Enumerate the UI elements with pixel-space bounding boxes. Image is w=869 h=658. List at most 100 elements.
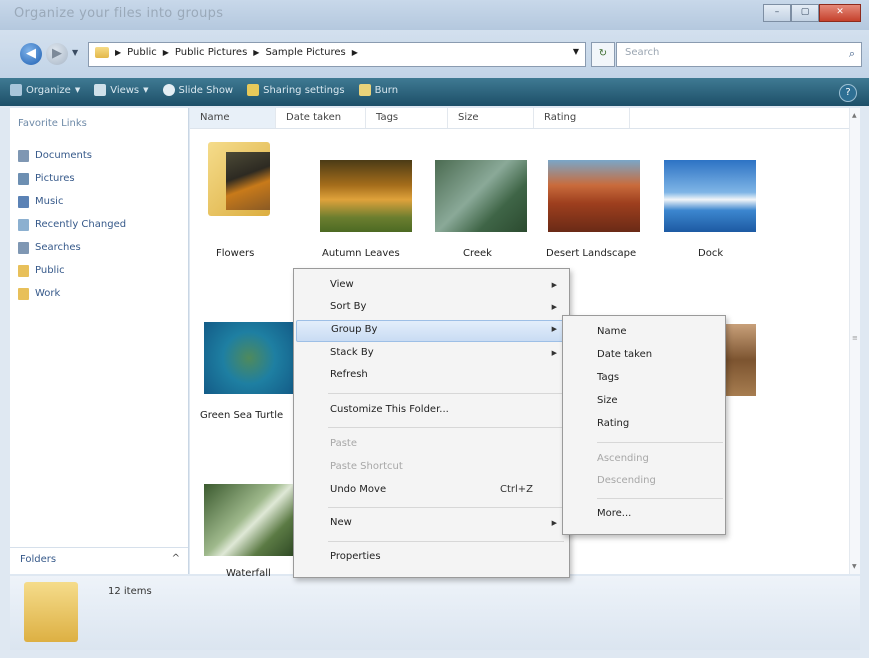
- sharing-settings-button[interactable]: Sharing settings: [247, 84, 345, 96]
- breadcrumb-separator[interactable]: ▶: [253, 48, 259, 57]
- menu-item-paste[interactable]: Paste: [330, 438, 357, 449]
- sidebar-item-music[interactable]: Music: [18, 190, 126, 213]
- explorer-window: Organize your files into groups – ▢ ✕ ◀ …: [0, 0, 869, 658]
- search-input[interactable]: Search ⌕: [616, 42, 862, 67]
- menu-item-group-by[interactable]: Group By: [296, 320, 566, 342]
- details-pane: 12 items: [10, 576, 860, 650]
- menu-item-paste-shortcut[interactable]: Paste Shortcut: [330, 461, 403, 472]
- submenu-item-more[interactable]: More...: [597, 508, 631, 519]
- address-bar[interactable]: ▶ Public ▶ Public Pictures ▶ Sample Pict…: [88, 42, 586, 67]
- image-thumbnail: [320, 160, 412, 232]
- submenu-item-rating[interactable]: Rating: [597, 418, 629, 429]
- slide-show-icon: [162, 84, 175, 96]
- folders-label: Folders: [20, 554, 57, 565]
- sidebar-item-searches[interactable]: Searches: [18, 236, 126, 259]
- file-name: Creek: [463, 248, 492, 259]
- scroll-up-icon[interactable]: ▲: [852, 112, 857, 119]
- organize-button[interactable]: Organize ▼: [10, 84, 80, 96]
- breadcrumb-item[interactable]: Sample Pictures: [265, 47, 345, 58]
- chevron-down-icon: ▼: [74, 86, 81, 94]
- scroll-down-icon[interactable]: ▼: [852, 563, 857, 570]
- burn-button[interactable]: Burn: [358, 84, 398, 96]
- breadcrumb-separator[interactable]: ▶: [163, 48, 169, 57]
- sidebar-item-recently-changed[interactable]: Recently Changed: [18, 213, 126, 236]
- folder-icon: [18, 264, 29, 277]
- slide-show-button[interactable]: Slide Show: [162, 84, 233, 96]
- maximize-button[interactable]: ▢: [791, 4, 819, 22]
- submenu-item-tags[interactable]: Tags: [597, 372, 619, 383]
- menu-item-refresh[interactable]: Refresh: [330, 369, 368, 380]
- sidebar-item-label: Music: [35, 196, 64, 207]
- breadcrumb-item[interactable]: Public Pictures: [175, 47, 247, 58]
- menu-item-stack-by[interactable]: Stack By: [330, 347, 374, 358]
- menu-item-undo-move[interactable]: Undo Move: [330, 484, 386, 495]
- column-header-name[interactable]: Name: [190, 108, 276, 128]
- menu-item-label: Undo Move: [330, 484, 387, 495]
- menu-item-properties[interactable]: Properties: [330, 551, 381, 562]
- sidebar-item-pictures[interactable]: Pictures: [18, 167, 126, 190]
- image-thumbnail[interactable]: [726, 324, 756, 396]
- address-row: ◀ ▶ ▼ ▶ Public ▶ Public Pictures ▶ Sampl…: [0, 30, 869, 78]
- address-dropdown-icon[interactable]: ▼: [573, 47, 579, 56]
- submenu-arrow-icon: ▶: [551, 281, 557, 289]
- forward-button[interactable]: ▶: [46, 43, 68, 65]
- sidebar-item-work[interactable]: Work: [18, 282, 126, 305]
- menu-separator: [597, 498, 723, 499]
- menu-separator: [328, 393, 564, 394]
- sidebar-item-documents[interactable]: Documents: [18, 144, 126, 167]
- menu-item-label: Properties: [330, 551, 381, 562]
- sharing-settings-label: Sharing settings: [263, 84, 345, 96]
- menu-item-customize-folder[interactable]: Customize This Folder...: [330, 404, 449, 415]
- submenu-item-date-taken[interactable]: Date taken: [597, 349, 652, 360]
- menu-separator: [328, 427, 564, 428]
- menu-item-label: Customize This Folder...: [330, 404, 449, 415]
- folders-toggle[interactable]: Folders ^: [10, 547, 188, 574]
- searches-icon: [18, 241, 29, 254]
- menu-item-new[interactable]: New: [330, 517, 352, 528]
- submenu-item-ascending[interactable]: Ascending: [597, 453, 649, 464]
- refresh-button[interactable]: ↻: [591, 42, 615, 67]
- sidebar-item-public[interactable]: Public: [18, 259, 126, 282]
- close-button[interactable]: ✕: [819, 4, 861, 22]
- breadcrumb-item[interactable]: Public: [127, 47, 157, 58]
- menu-separator: [328, 507, 564, 508]
- undo-shortcut: Ctrl+Z: [500, 484, 534, 495]
- views-button[interactable]: Views ▼: [94, 84, 149, 96]
- back-button[interactable]: ◀: [20, 43, 42, 65]
- menu-item-view[interactable]: View: [330, 279, 354, 290]
- organize-label: Organize: [26, 84, 71, 96]
- submenu-arrow-icon: ▶: [551, 303, 557, 311]
- recent-pages-dropdown[interactable]: ▼: [72, 48, 78, 57]
- submenu-item-name[interactable]: Name: [597, 326, 627, 337]
- scroll-thumb-grip-icon[interactable]: ≡: [852, 334, 858, 342]
- menu-item-label: Paste Shortcut: [330, 461, 403, 472]
- menu-separator: [597, 442, 723, 443]
- search-icon[interactable]: ⌕: [849, 47, 855, 61]
- breadcrumb-separator[interactable]: ▶: [115, 48, 121, 57]
- column-header-rating[interactable]: Rating: [534, 108, 630, 128]
- help-icon[interactable]: ?: [839, 84, 857, 102]
- menu-separator: [328, 541, 564, 542]
- column-header-date-taken[interactable]: Date taken: [276, 108, 366, 128]
- favorite-links-list: Documents Pictures Music Recently Change…: [18, 144, 126, 305]
- minimize-button[interactable]: –: [763, 4, 791, 22]
- sidebar-item-label: Recently Changed: [35, 219, 127, 230]
- chevron-down-icon: ▼: [143, 86, 149, 94]
- breadcrumb-separator[interactable]: ▶: [352, 48, 358, 57]
- column-header-tags[interactable]: Tags: [366, 108, 448, 128]
- folder-icon: [18, 287, 29, 300]
- submenu-item-descending[interactable]: Descending: [597, 475, 656, 486]
- sidebar-item-label: Work: [35, 288, 61, 299]
- sidebar-item-label: Pictures: [35, 173, 75, 184]
- folder-photo-thumbnail: [226, 152, 270, 210]
- submenu-item-size[interactable]: Size: [597, 395, 618, 406]
- search-placeholder: Search: [625, 47, 660, 58]
- views-icon: [94, 84, 107, 96]
- group-by-submenu: Name Date taken Tags Size Rating Ascendi…: [562, 315, 726, 535]
- file-name: Green Sea Turtle: [200, 410, 284, 421]
- column-header-size[interactable]: Size: [448, 108, 534, 128]
- image-thumbnail: [435, 160, 527, 232]
- menu-item-sort-by[interactable]: Sort By: [330, 301, 366, 312]
- menu-item-label: Paste: [330, 438, 357, 449]
- vertical-scrollbar[interactable]: ▲ ≡ ▼: [849, 108, 860, 574]
